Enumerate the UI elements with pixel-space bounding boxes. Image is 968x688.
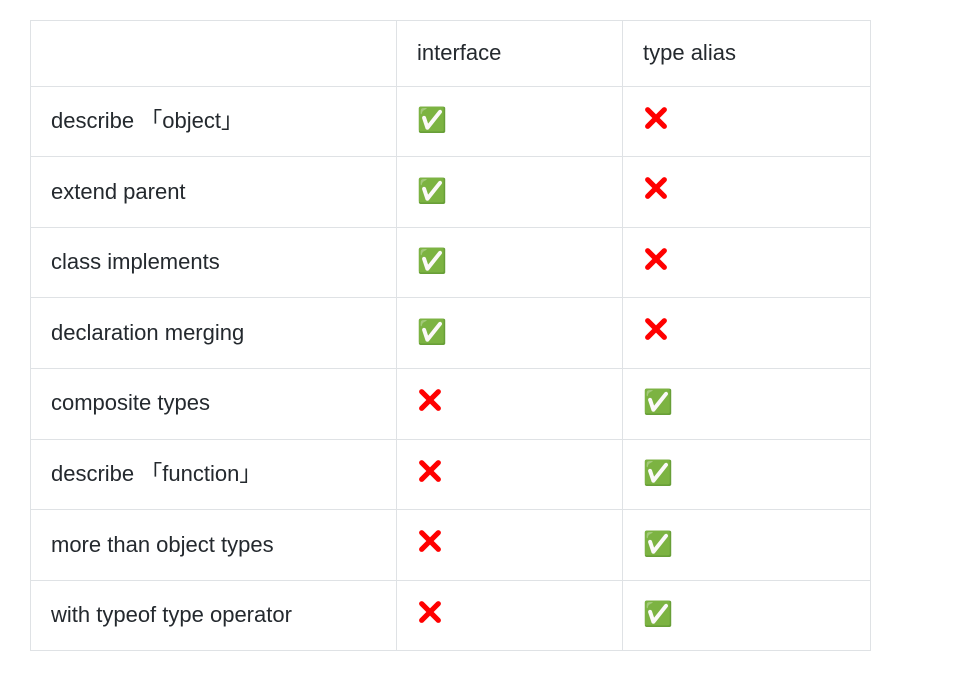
typealias-cell [623, 157, 871, 228]
table-header-row: interface type alias [31, 21, 871, 87]
table-row: with typeof type operator ✅ [31, 580, 871, 651]
check-icon: ✅ [643, 533, 673, 557]
feature-cell: more than object types [31, 510, 397, 581]
cross-icon [417, 458, 443, 484]
interface-cell [397, 510, 623, 581]
check-icon: ✅ [417, 180, 447, 204]
check-icon: ✅ [417, 321, 447, 345]
typealias-cell: ✅ [623, 439, 871, 510]
cross-icon [417, 599, 443, 625]
comparison-table: interface type alias describe 「object」✅e… [30, 20, 871, 651]
typealias-cell [623, 227, 871, 298]
interface-cell: ✅ [397, 86, 623, 157]
check-icon: ✅ [643, 462, 673, 486]
interface-cell: ✅ [397, 298, 623, 369]
typealias-cell: ✅ [623, 580, 871, 651]
interface-cell [397, 368, 623, 439]
check-icon: ✅ [643, 391, 673, 415]
check-icon: ✅ [643, 603, 673, 627]
feature-cell: class implements [31, 227, 397, 298]
header-empty [31, 21, 397, 87]
header-interface: interface [397, 21, 623, 87]
cross-icon [417, 387, 443, 413]
check-icon: ✅ [417, 250, 447, 274]
cross-icon [643, 246, 669, 272]
table-row: composite types ✅ [31, 368, 871, 439]
typealias-cell: ✅ [623, 510, 871, 581]
table-row: describe 「function」 ✅ [31, 439, 871, 510]
interface-cell: ✅ [397, 157, 623, 228]
header-typealias: type alias [623, 21, 871, 87]
cross-icon [643, 316, 669, 342]
feature-cell: composite types [31, 368, 397, 439]
feature-cell: describe 「function」 [31, 439, 397, 510]
typealias-cell: ✅ [623, 368, 871, 439]
table-row: more than object types ✅ [31, 510, 871, 581]
check-icon: ✅ [417, 109, 447, 133]
interface-cell [397, 439, 623, 510]
table-row: class implements ✅ [31, 227, 871, 298]
feature-cell: extend parent [31, 157, 397, 228]
interface-cell: ✅ [397, 227, 623, 298]
feature-cell: declaration merging [31, 298, 397, 369]
typealias-cell [623, 298, 871, 369]
cross-icon [417, 528, 443, 554]
cross-icon [643, 105, 669, 131]
table-row: extend parent ✅ [31, 157, 871, 228]
feature-cell: with typeof type operator [31, 580, 397, 651]
comparison-table-wrapper: interface type alias describe 「object」✅e… [0, 0, 968, 671]
interface-cell [397, 580, 623, 651]
typealias-cell [623, 86, 871, 157]
table-row: declaration merging ✅ [31, 298, 871, 369]
feature-cell: describe 「object」 [31, 86, 397, 157]
cross-icon [643, 175, 669, 201]
table-row: describe 「object」 ✅ [31, 86, 871, 157]
